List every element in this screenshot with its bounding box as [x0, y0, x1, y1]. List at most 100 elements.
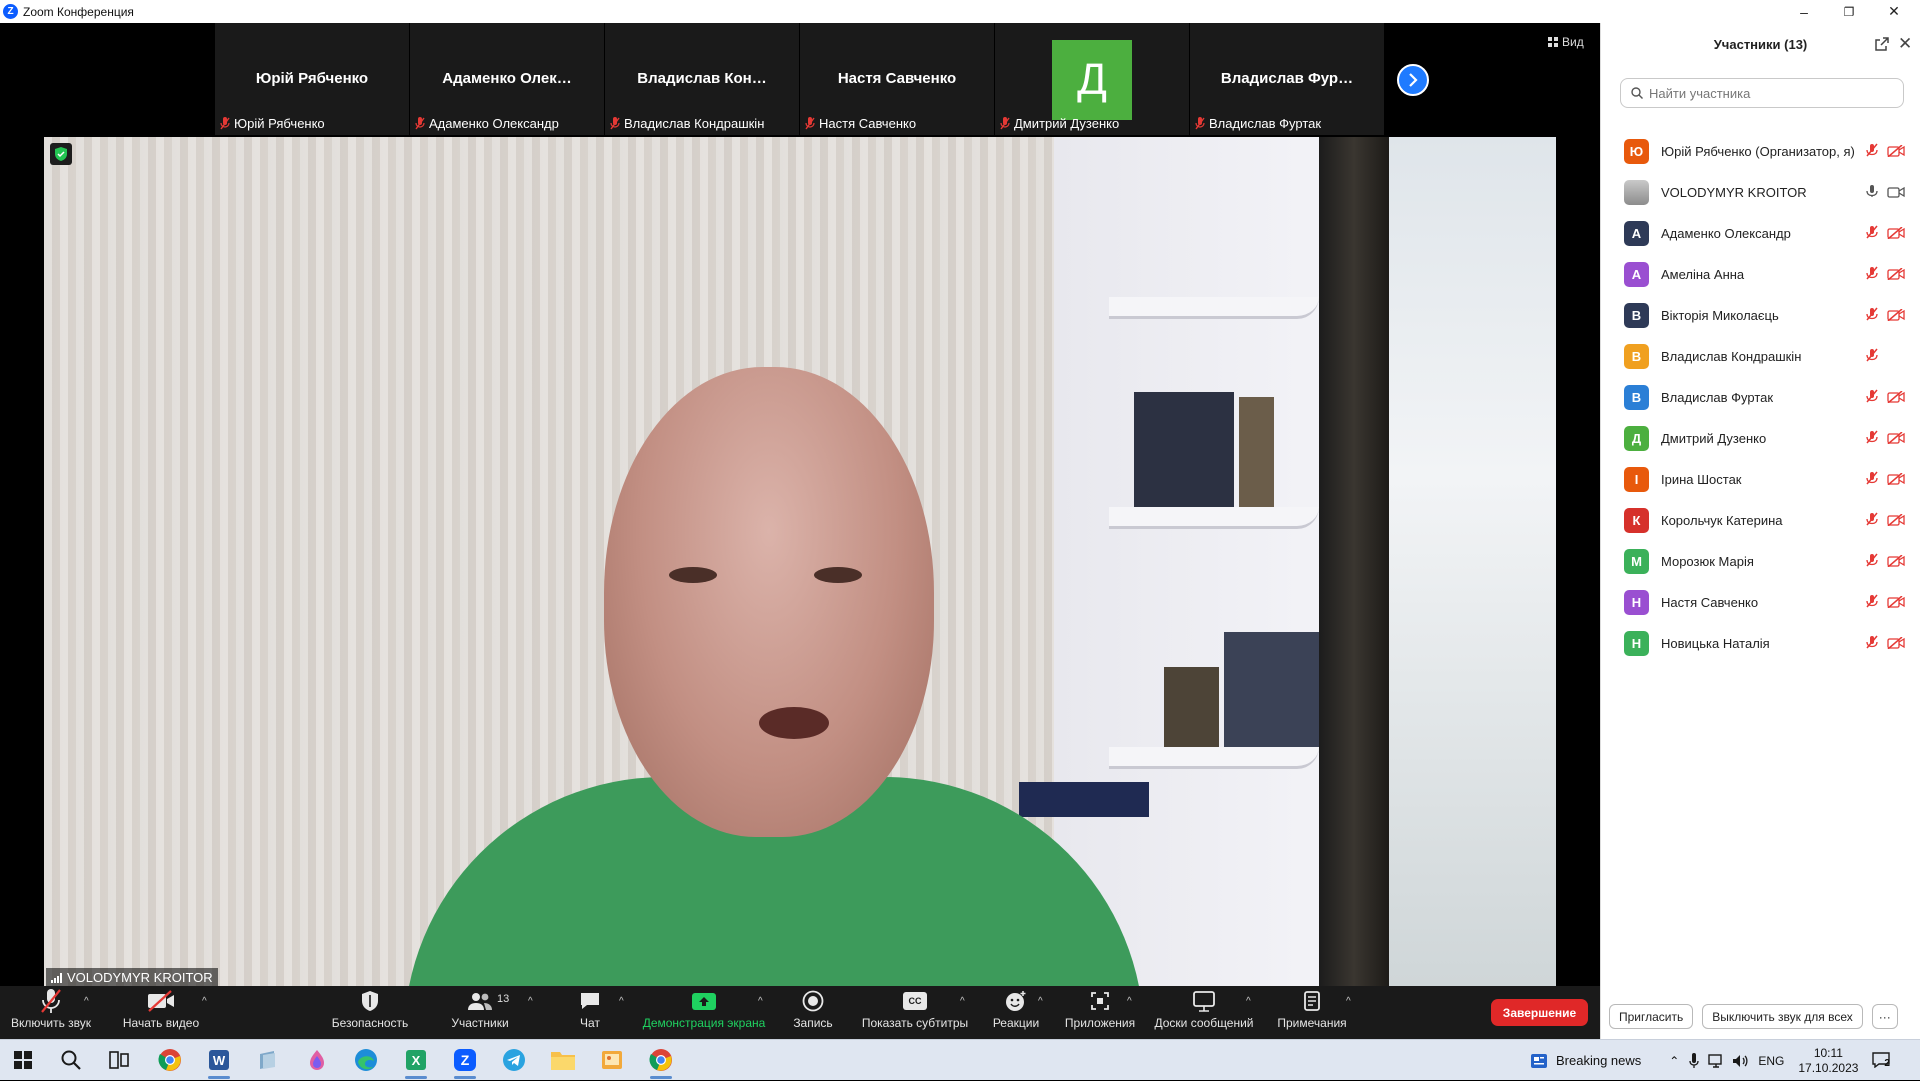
end-meeting-button[interactable]: Завершение	[1491, 999, 1588, 1026]
mic-icon[interactable]	[1865, 184, 1879, 203]
muted-mic-icon[interactable]	[1865, 307, 1879, 326]
participant-row[interactable]: Ю Юрій Рябченко (Организатор, я)	[1601, 131, 1920, 172]
close-window-button[interactable]: ✕	[1874, 0, 1914, 23]
close-panel-icon[interactable]: ✕	[1898, 34, 1912, 54]
participant-row[interactable]: К Корольчук Катерина	[1601, 500, 1920, 541]
video-off-icon[interactable]	[1887, 226, 1905, 244]
search-input[interactable]	[1649, 85, 1889, 101]
participant-row[interactable]: А Амеліна Анна	[1601, 254, 1920, 295]
captions-options-caret[interactable]: ^	[960, 996, 965, 1007]
zoom-icon[interactable]: Z	[450, 1045, 480, 1079]
video-off-icon[interactable]	[1887, 472, 1905, 490]
file-explorer-icon[interactable]	[548, 1045, 578, 1075]
encryption-shield-icon[interactable]	[50, 143, 72, 165]
whiteboards-button[interactable]: Доски сообщений	[1150, 986, 1258, 1039]
muted-mic-icon[interactable]	[1865, 635, 1879, 654]
chrome-icon[interactable]	[646, 1045, 676, 1079]
chrome-icon[interactable]	[155, 1045, 185, 1075]
clock[interactable]: 10:11 17.10.2023	[1798, 1046, 1858, 1076]
video-off-icon[interactable]	[1887, 144, 1905, 162]
participant-row[interactable]: В Владислав Кондрашкін	[1601, 336, 1920, 377]
volume-icon[interactable]	[1732, 1054, 1748, 1068]
muted-mic-icon[interactable]	[1865, 225, 1879, 244]
thumbnail-tile[interactable]: Д Дмитрий Дузенко	[995, 23, 1190, 135]
notification-button[interactable]: 2	[1872, 1051, 1892, 1070]
notes-button[interactable]: Примечания	[1272, 986, 1352, 1039]
participant-row[interactable]: Д Дмитрий Дузенко	[1601, 418, 1920, 459]
participant-row[interactable]: М Морозюк Марія	[1601, 541, 1920, 582]
audio-options-caret[interactable]: ^	[84, 996, 89, 1007]
participant-row[interactable]: VOLODYMYR KROITOR	[1601, 172, 1920, 213]
thumbnail-tile[interactable]: Настя Савченко Настя Савченко	[800, 23, 995, 135]
video-off-icon[interactable]	[1887, 390, 1905, 408]
participant-row[interactable]: В Владислав Фуртак	[1601, 377, 1920, 418]
minimize-button[interactable]: –	[1784, 0, 1824, 23]
whiteboards-options-caret[interactable]: ^	[1246, 996, 1251, 1007]
reactions-options-caret[interactable]: ^	[1038, 996, 1043, 1007]
chevron-up-icon[interactable]: ⌃	[1669, 1054, 1679, 1068]
restore-button[interactable]: ❐	[1829, 0, 1869, 23]
security-button[interactable]: Безопасность	[325, 986, 415, 1039]
participant-row[interactable]: А Адаменко Олександр	[1601, 213, 1920, 254]
word-icon[interactable]: W	[204, 1045, 234, 1079]
mute-all-button[interactable]: Выключить звук для всех	[1702, 1004, 1863, 1029]
apps-options-caret[interactable]: ^	[1127, 996, 1132, 1007]
thumbnail-tile[interactable]: Адаменко Олек… Адаменко Олександр	[410, 23, 605, 135]
unmute-button[interactable]: Включить звук	[10, 986, 92, 1039]
invite-button[interactable]: Пригласить	[1609, 1004, 1694, 1029]
video-off-icon[interactable]	[1887, 595, 1905, 613]
excel-icon[interactable]: X	[401, 1045, 431, 1079]
active-speaker-video[interactable]: VOLODYMYR KROITOR	[44, 137, 1556, 987]
captions-button[interactable]: CC Показать субтитры	[858, 986, 972, 1039]
reactions-button[interactable]: Реакции	[986, 986, 1046, 1039]
share-options-caret[interactable]: ^	[758, 996, 763, 1007]
video-icon[interactable]	[1887, 185, 1905, 203]
participants-button[interactable]: 13 Участники	[445, 986, 515, 1039]
video-off-icon[interactable]	[1887, 513, 1905, 531]
video-off-icon[interactable]	[1887, 636, 1905, 654]
participant-row[interactable]: В Вікторія Миколаєць	[1601, 295, 1920, 336]
thumbnail-tile[interactable]: Владислав Фур… Владислав Фуртак	[1190, 23, 1385, 135]
video-off-icon[interactable]	[1887, 308, 1905, 326]
participant-row[interactable]: І Ірина Шостак	[1601, 459, 1920, 500]
video-off-icon[interactable]	[1887, 267, 1905, 285]
chat-options-caret[interactable]: ^	[619, 996, 624, 1007]
network-icon[interactable]	[1708, 1053, 1724, 1068]
next-page-button[interactable]	[1397, 64, 1429, 96]
popout-icon[interactable]	[1875, 37, 1889, 56]
files-app-icon[interactable]	[253, 1045, 283, 1075]
thumbnail-tile[interactable]: Юрій Рябченко Юрій Рябченко	[215, 23, 410, 135]
participant-search[interactable]	[1620, 78, 1904, 108]
muted-mic-icon[interactable]	[1865, 512, 1879, 531]
muted-mic-icon[interactable]	[1865, 348, 1879, 367]
muted-mic-icon[interactable]	[1865, 266, 1879, 285]
microphone-icon[interactable]	[1689, 1052, 1699, 1069]
participants-options-caret[interactable]: ^	[528, 996, 533, 1007]
language-indicator[interactable]: ENG	[1758, 1054, 1784, 1068]
news-icon[interactable]	[1530, 1053, 1548, 1069]
image-viewer-icon[interactable]	[597, 1045, 627, 1075]
participant-row[interactable]: Н Новицька Наталія	[1601, 623, 1920, 664]
paint-app-icon[interactable]	[302, 1045, 332, 1075]
start-video-button[interactable]: Начать видео	[120, 986, 202, 1039]
muted-mic-icon[interactable]	[1865, 471, 1879, 490]
notes-options-caret[interactable]: ^	[1346, 996, 1351, 1007]
more-options-button[interactable]: ···	[1871, 1004, 1898, 1029]
muted-mic-icon[interactable]	[1865, 553, 1879, 572]
share-screen-button[interactable]: Демонстрация экрана	[640, 986, 768, 1039]
chat-button[interactable]: Чат	[560, 986, 620, 1039]
video-options-caret[interactable]: ^	[202, 996, 207, 1007]
search-icon[interactable]	[56, 1045, 86, 1075]
task-view-icon[interactable]	[104, 1045, 134, 1075]
muted-mic-icon[interactable]	[1865, 430, 1879, 449]
muted-mic-icon[interactable]	[1865, 389, 1879, 408]
edge-icon[interactable]	[351, 1045, 381, 1075]
video-off-icon[interactable]	[1887, 431, 1905, 449]
windows-start-icon[interactable]	[8, 1045, 38, 1075]
news-label[interactable]: Breaking news	[1556, 1053, 1641, 1068]
record-button[interactable]: Запись	[783, 986, 843, 1039]
muted-mic-icon[interactable]	[1865, 594, 1879, 613]
telegram-icon[interactable]	[499, 1045, 529, 1075]
view-button[interactable]: Вид	[1548, 35, 1584, 49]
thumbnail-tile[interactable]: Владислав Кон… Владислав Кондрашкін	[605, 23, 800, 135]
